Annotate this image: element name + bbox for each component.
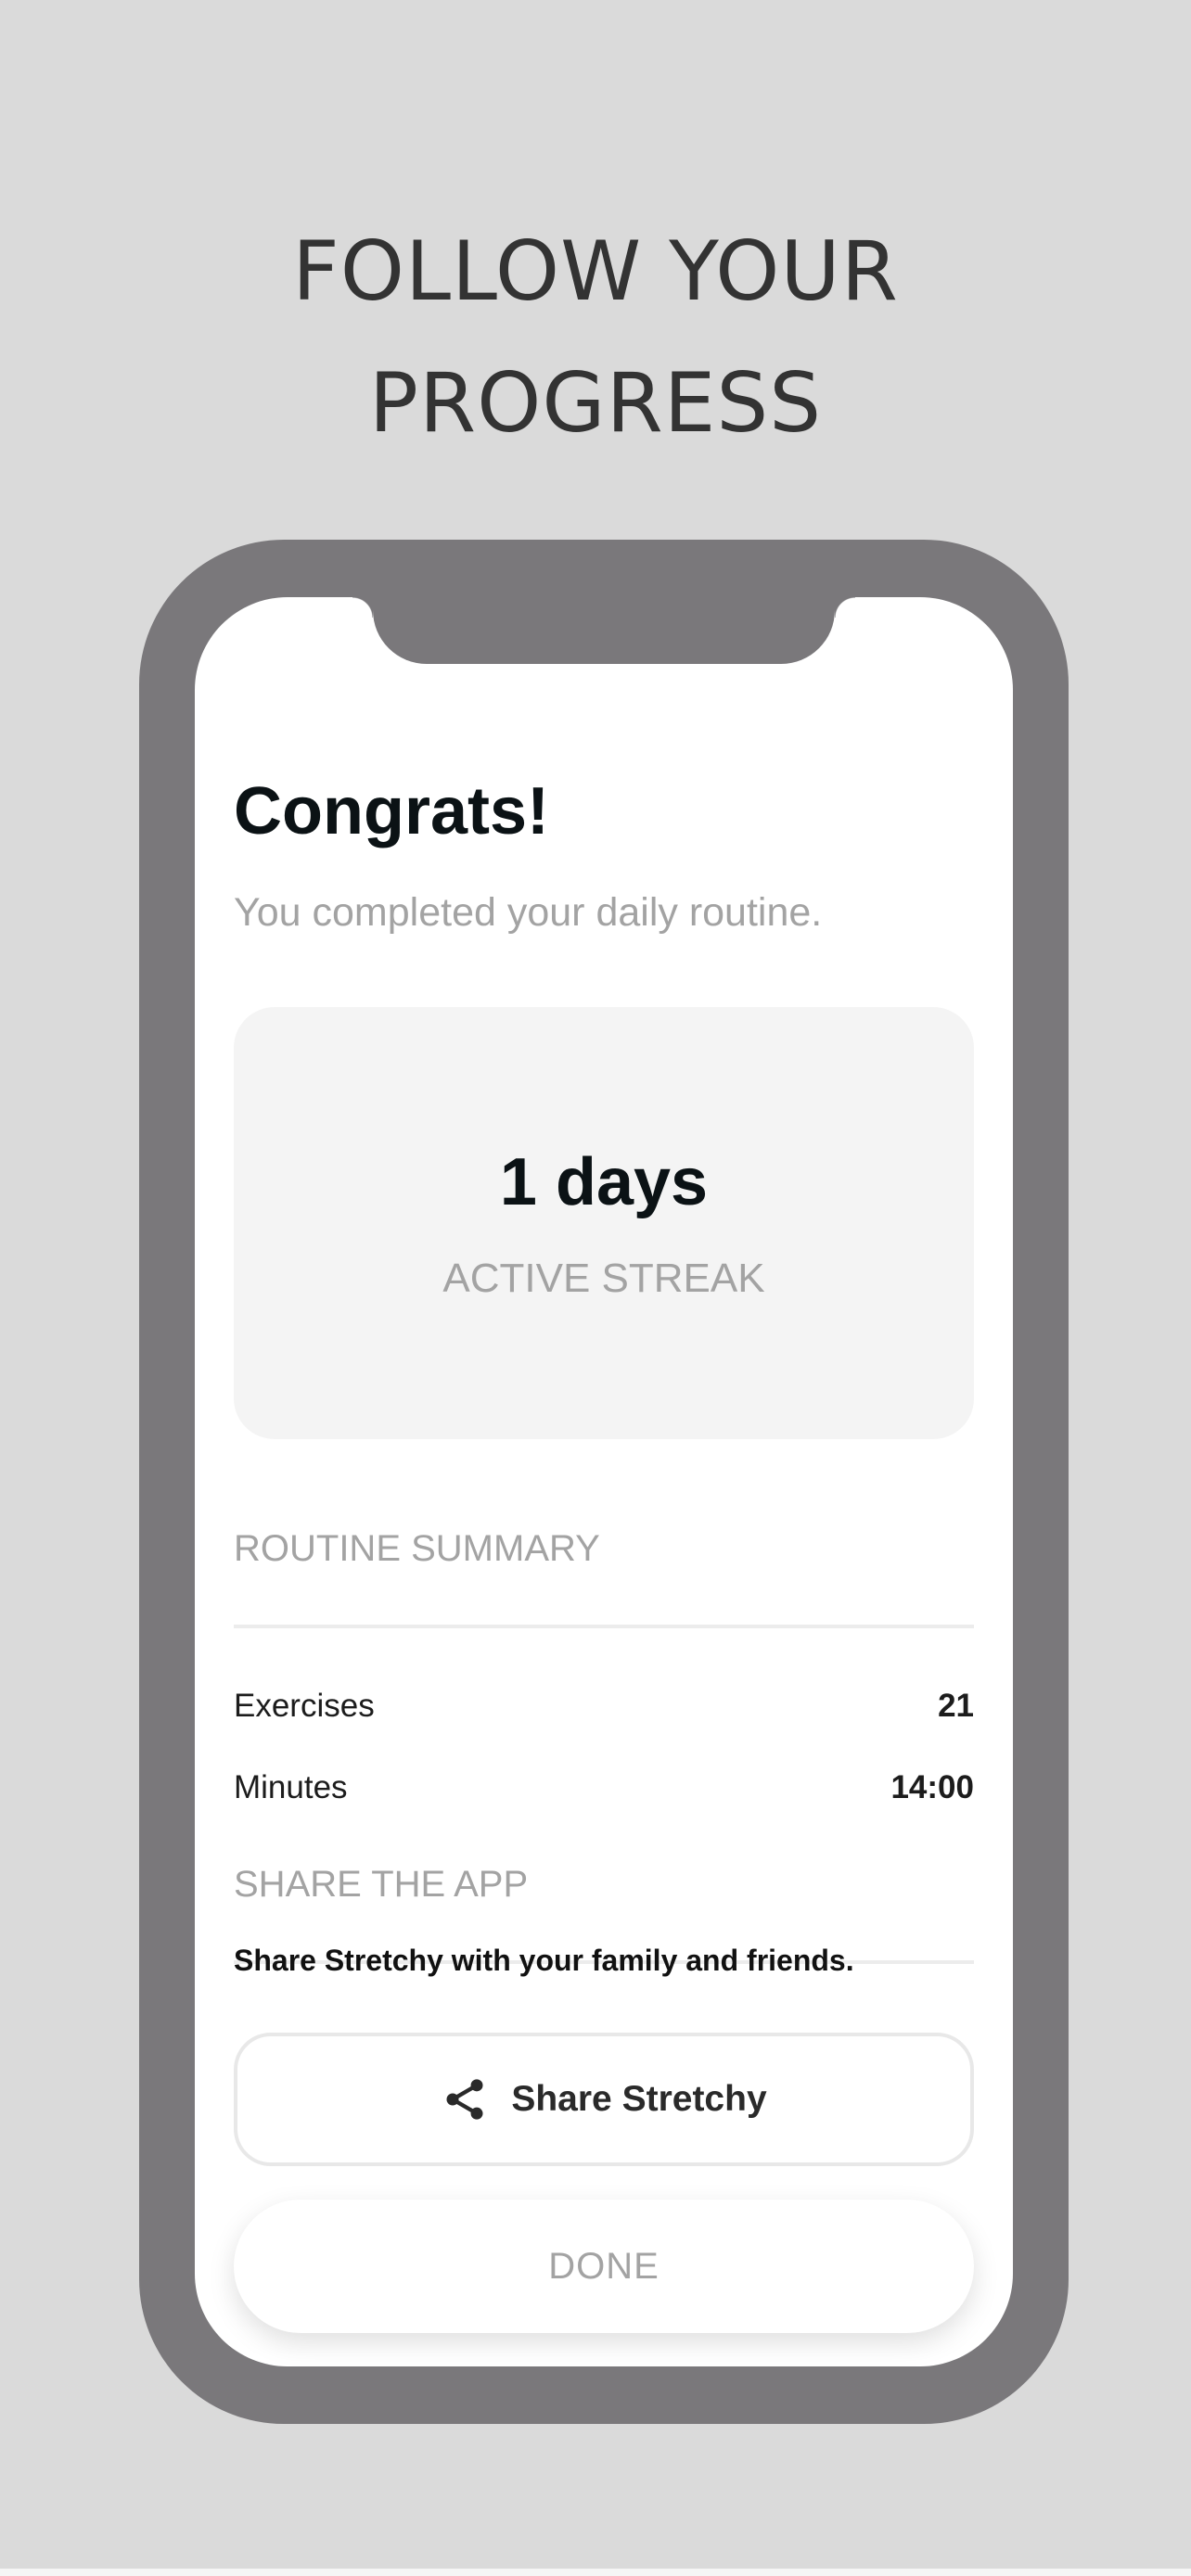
summary-row-label: Exercises [234, 1688, 375, 1724]
streak-card: 1 days ACTIVE STREAK [234, 1007, 974, 1439]
phone-frame: Congrats! You completed your daily routi… [139, 540, 1069, 2424]
page-subtitle: You completed your daily routine. [234, 890, 823, 935]
share-button-label: Share Stretchy [511, 2079, 767, 2119]
routine-summary-header: ROUTINE SUMMARY [234, 1528, 600, 1569]
share-stretchy-button[interactable]: Share Stretchy [234, 2033, 974, 2166]
summary-row-value: 21 [938, 1688, 974, 1724]
share-app-header: SHARE THE APP [234, 1864, 529, 1905]
phone-screen: Congrats! You completed your daily routi… [195, 597, 1013, 2366]
share-icon [446, 2079, 483, 2120]
page-title: Congrats! [234, 774, 549, 848]
promo-headline-line-2: PROGRESS [368, 355, 823, 451]
bottom-edge [0, 2569, 1191, 2576]
summary-row-value: 14:00 [890, 1769, 974, 1805]
summary-row-label: Minutes [234, 1769, 348, 1805]
summary-row-exercises: Exercises 21 [234, 1688, 974, 1734]
share-button-content: Share Stretchy [237, 2036, 970, 2162]
promo-headline-line-1: FOLLOW YOUR [292, 223, 899, 319]
routine-summary-divider [234, 1625, 974, 1628]
phone-notch [352, 597, 855, 664]
summary-row-minutes: Minutes 14:00 [234, 1769, 974, 1816]
share-description: Share Stretchy with your family and frie… [234, 1944, 854, 1977]
streak-value: 1 days [499, 1145, 709, 1219]
done-button[interactable]: DONE [234, 2200, 974, 2333]
streak-label: ACTIVE STREAK [442, 1256, 765, 1301]
promo-headline: FOLLOW YOUR PROGRESS [0, 206, 1191, 469]
